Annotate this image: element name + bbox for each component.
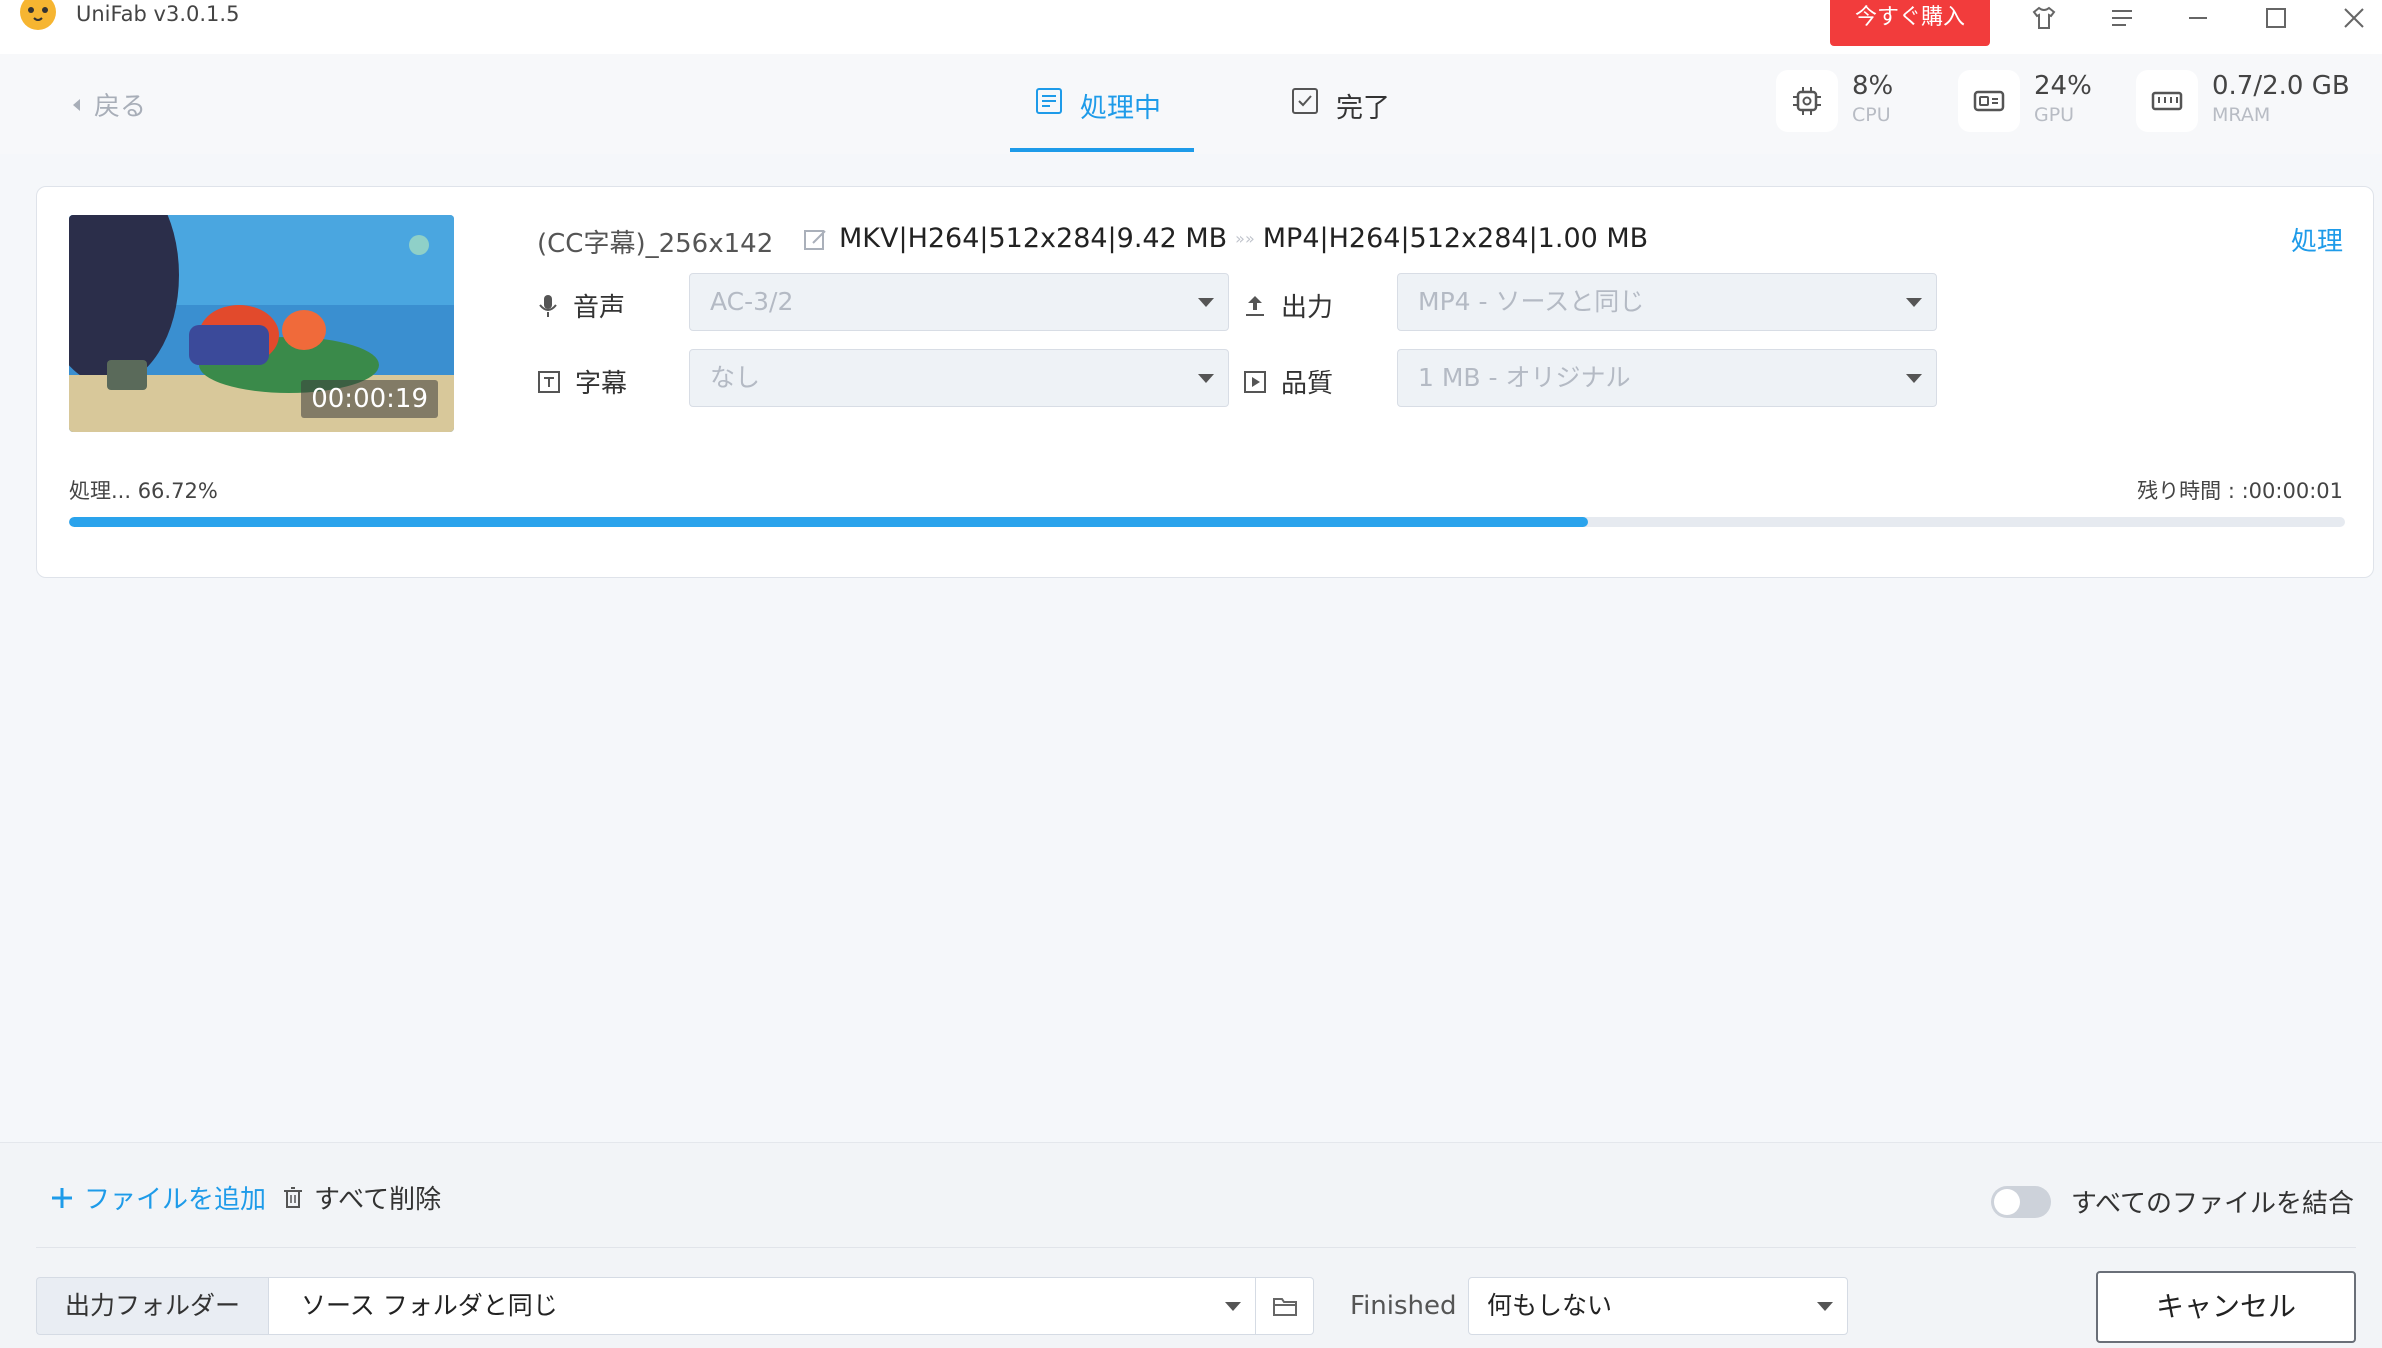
gpu-label: GPU — [2034, 104, 2075, 126]
title-bar: UniFab v3.0.1.5 今すぐ購入 — [0, 0, 2382, 54]
cancel-button[interactable]: キャンセル — [2096, 1271, 2356, 1343]
memory-metric: 0.7/2.0 GB MRAM — [2136, 70, 2350, 132]
subtitle-field: 字幕 — [537, 363, 627, 400]
output-folder-label: 出力フォルダー — [36, 1277, 268, 1335]
video-thumbnail[interactable]: 00:00:19 — [69, 215, 454, 432]
chevron-down-icon — [1817, 1302, 1833, 1311]
audio-label: 音声 — [573, 293, 626, 323]
audio-select[interactable]: AC-3/2 — [689, 273, 1229, 331]
active-tab-indicator — [1010, 148, 1194, 152]
check-box-icon — [1292, 88, 1318, 114]
tab-completed-label: 完了 — [1336, 93, 1390, 124]
quality-value: 1 MB - オリジナル — [1418, 363, 1631, 392]
memory-icon — [2136, 70, 2198, 132]
chevron-down-icon — [1906, 298, 1922, 307]
folder-icon — [1272, 1298, 1297, 1316]
cat-logo-icon — [16, 0, 62, 34]
output-field: 出力 — [1243, 287, 1333, 324]
cpu-metric: 8% CPU — [1776, 70, 1893, 132]
subtitle-value: なし — [710, 363, 761, 392]
chevron-down-icon — [1906, 374, 1922, 383]
buy-now-button[interactable]: 今すぐ購入 — [1830, 0, 1990, 46]
memory-label: MRAM — [2212, 104, 2271, 126]
output-select[interactable]: MP4 - ソースと同じ — [1397, 273, 1937, 331]
process-button[interactable]: 処理 — [2291, 221, 2343, 258]
minimize-icon[interactable] — [2180, 0, 2216, 36]
remaining-time: 残り時間 : :00:00:01 — [2137, 479, 2343, 503]
chevron-down-icon — [1225, 1302, 1241, 1311]
gpu-icon — [1958, 70, 2020, 132]
progress-label: 処理... 66.72% — [69, 479, 218, 503]
quality-select[interactable]: 1 MB - オリジナル — [1397, 349, 1937, 407]
nav-bar: 戻る 処理中 完了 8% CPU 24% GPU 0.7/2.0 GB MRAM — [0, 54, 2382, 154]
caret-left-icon — [73, 98, 80, 111]
cpu-icon — [1776, 70, 1838, 132]
format-info: MKV|H264|512x284|9.42 MB »» MP4|H264|512… — [839, 223, 1648, 254]
gpu-value: 24% — [2034, 71, 2092, 101]
upload-icon — [1246, 295, 1264, 316]
bottom-bar: ファイルを追加 すべて削除 すべてのファイルを結合 出力フォルダー ソース フォ… — [0, 1142, 2382, 1348]
menu-icon[interactable] — [2104, 0, 2140, 36]
add-files-label: ファイルを追加 — [84, 1185, 267, 1215]
progress-bar — [69, 517, 2345, 527]
file-name: (CC字幕)_256x142 — [537, 229, 774, 259]
microphone-icon — [539, 294, 557, 317]
output-folder-select[interactable]: ソース フォルダと同じ — [268, 1277, 1256, 1335]
shirt-icon[interactable] — [2026, 0, 2062, 36]
gpu-metric: 24% GPU — [1958, 70, 2092, 132]
app-title: UniFab v3.0.1.5 — [76, 2, 240, 26]
video-duration: 00:00:19 — [301, 380, 438, 418]
delete-all-button[interactable]: すべて削除 — [282, 1179, 441, 1216]
close-icon[interactable] — [2336, 0, 2372, 36]
toggle-knob — [1993, 1188, 2020, 1215]
output-folder-value: ソース フォルダと同じ — [301, 1291, 558, 1320]
merge-toggle[interactable] — [1990, 1185, 2051, 1218]
quality-field: 品質 — [1243, 363, 1333, 400]
subtitle-select[interactable]: なし — [689, 349, 1229, 407]
back-label: 戻る — [94, 92, 147, 122]
finished-label: Finished — [1350, 1291, 1457, 1321]
tab-processing[interactable]: 処理中 — [1034, 74, 1161, 150]
finished-action-select[interactable]: 何もしない — [1468, 1277, 1848, 1335]
plus-icon — [52, 1187, 72, 1208]
quality-label: 品質 — [1281, 369, 1334, 399]
target-format: MP4|H264|512x284|1.00 MB — [1262, 223, 1649, 254]
chevron-down-icon — [1198, 298, 1214, 307]
play-box-icon — [1244, 370, 1266, 393]
output-value: MP4 - ソースと同じ — [1418, 287, 1645, 316]
audio-value: AC-3/2 — [710, 287, 794, 316]
subtitle-icon — [538, 370, 560, 393]
add-files-button[interactable]: ファイルを追加 — [50, 1179, 266, 1216]
cpu-value: 8% — [1852, 71, 1894, 101]
output-label: 出力 — [1281, 293, 1334, 323]
finished-value: 何もしない — [1487, 1291, 1613, 1320]
source-format: MKV|H264|512x284|9.42 MB — [839, 223, 1228, 254]
back-button[interactable]: 戻る — [70, 86, 146, 123]
edit-icon[interactable] — [801, 225, 829, 257]
merge-label: すべてのファイルを結合 — [2070, 1189, 2354, 1219]
divider — [36, 1247, 2356, 1248]
audio-field: 音声 — [537, 287, 625, 324]
maximize-icon[interactable] — [2258, 0, 2294, 36]
browse-folder-button[interactable] — [1256, 1277, 1314, 1335]
trash-icon — [284, 1186, 302, 1208]
chevron-down-icon — [1198, 374, 1214, 383]
tab-processing-label: 処理中 — [1080, 93, 1161, 124]
cpu-label: CPU — [1852, 104, 1891, 126]
progress-fill — [69, 517, 1588, 527]
subtitle-label: 字幕 — [575, 369, 628, 399]
delete-all-label: すべて削除 — [314, 1185, 442, 1215]
merge-files-control: すべてのファイルを結合 — [1990, 1183, 2354, 1220]
task-card: 00:00:19 (CC字幕)_256x142 MKV|H264|512x284… — [36, 186, 2374, 578]
list-icon — [1036, 88, 1062, 114]
memory-value: 0.7/2.0 GB — [2212, 71, 2350, 101]
arrow-right-icon: »» — [1235, 229, 1255, 248]
tab-completed[interactable]: 完了 — [1290, 74, 1390, 150]
